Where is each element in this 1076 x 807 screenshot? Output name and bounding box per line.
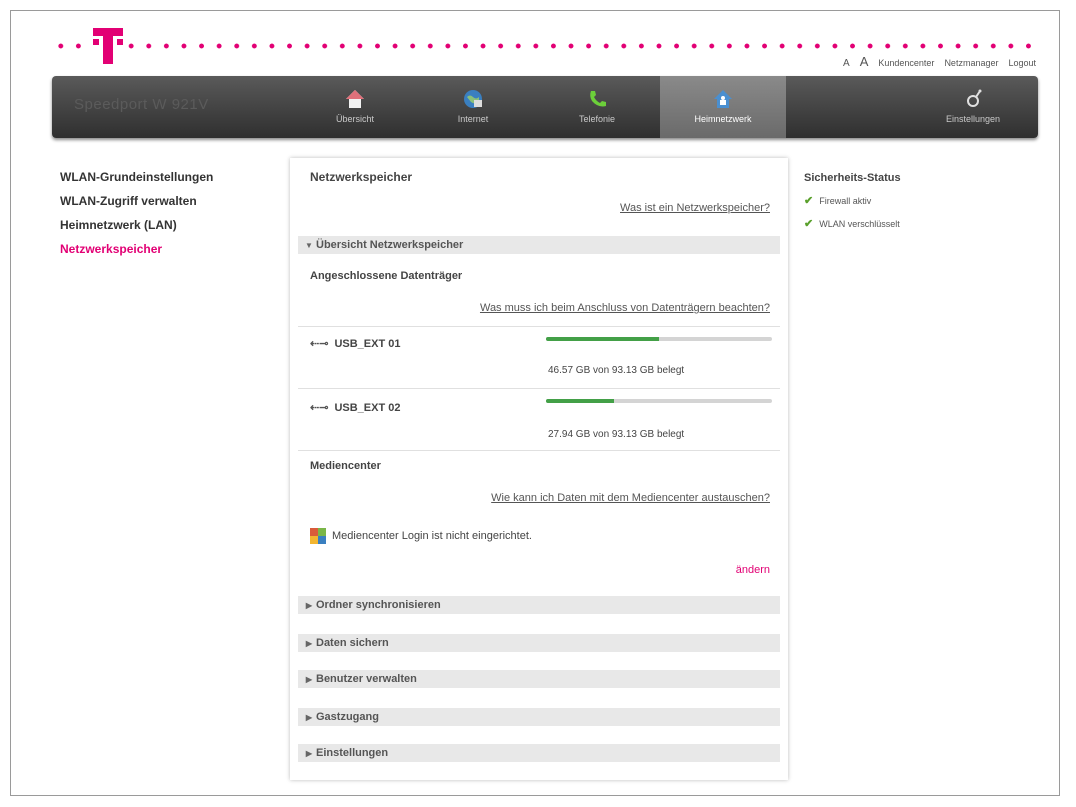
section-header-daten-sichern[interactable]: ▶ Daten sichern [298, 634, 780, 652]
telekom-logo[interactable] [90, 26, 126, 66]
usage-bar-usb1 [546, 337, 772, 341]
kundencenter-link[interactable]: Kundencenter [878, 58, 934, 68]
change-link[interactable]: ändern [736, 564, 770, 576]
nav-tab-telefonie[interactable]: Telefonie [534, 76, 660, 138]
nav-tab-label: Übersicht [335, 114, 374, 124]
device-name-usb2: ⇠⊸ USB_EXT 02 [310, 402, 401, 414]
netzmanager-link[interactable]: Netzmanager [944, 58, 998, 68]
section-header-ordner[interactable]: ▶ Ordner synchronisieren [298, 596, 780, 614]
section-header-label: Übersicht Netzwerkspeicher [316, 239, 464, 251]
nav-tab-einstellungen[interactable]: Einstellungen [910, 76, 1036, 138]
nav-tab-label: Heimnetzwerk [694, 114, 752, 124]
checkmark-icon: ✔ [804, 195, 814, 207]
sidebar-item-wlan-grundeinstellungen[interactable]: WLAN-Grundeinstellungen [60, 170, 260, 184]
usage-text-usb1: 46.57 GB von 93.13 GB belegt [548, 365, 685, 376]
device-row-usb1: ⇠⊸ USB_EXT 01 46.57 GB von 93.13 GB beleg… [298, 326, 780, 389]
usb-icon: ⇠⊸ [310, 402, 329, 414]
device-name: Speedport W 921V [74, 96, 209, 113]
nav-tab-internet[interactable]: Internet [410, 76, 536, 138]
device-name-usb1: ⇠⊸ USB_EXT 01 [310, 338, 401, 350]
sidebar-menu: WLAN-Grundeinstellungen WLAN-Zugriff ver… [60, 170, 260, 266]
section-header-einstellungen[interactable]: ▶ Einstellungen [298, 744, 780, 762]
chevron-right-icon: ▶ [305, 675, 313, 684]
font-size-small-button[interactable]: A [843, 58, 850, 69]
device-row-usb2: ⇠⊸ USB_EXT 02 27.94 GB von 93.13 GB beleg… [298, 388, 780, 451]
media-status-text: Mediencenter Login ist nicht eingerichte… [332, 530, 532, 542]
security-status-panel: Sicherheits-Status ✔ Firewall aktiv ✔ WLAN… [804, 172, 1024, 240]
phone-icon [590, 91, 606, 107]
section-header-label: Benutzer verwalten [316, 673, 417, 685]
divider [298, 450, 780, 451]
nav-tab-label: Internet [457, 114, 489, 124]
usage-bar-usb2 [546, 399, 772, 403]
main-content: Netzwerkspeicher Was ist ein Netzwerkspe… [290, 158, 788, 780]
section-header-benutzer[interactable]: ▶ Benutzer verwalten [298, 670, 780, 688]
home-network-icon [714, 90, 732, 108]
top-links: A A Kundencenter Netzmanager Logout [837, 54, 1036, 69]
chevron-right-icon: ▶ [305, 713, 313, 722]
security-item-wlan: ✔ WLAN verschlüsselt [804, 218, 900, 230]
security-status-title: Sicherheits-Status [804, 172, 901, 184]
help-link-mediencenter[interactable]: Wie kann ich Daten mit dem Mediencenter … [491, 492, 770, 504]
chevron-right-icon: ▶ [305, 601, 313, 610]
usage-bar-fill [546, 399, 614, 403]
security-item-firewall: ✔ Firewall aktiv [804, 195, 872, 207]
section-header-label: Gastzugang [316, 711, 379, 723]
logout-link[interactable]: Logout [1008, 58, 1036, 68]
nav-tab-heimnetzwerk[interactable]: Heimnetzwerk [660, 76, 786, 138]
usage-bar-fill [546, 337, 659, 341]
section-header-label: Ordner synchronisieren [316, 599, 441, 611]
globe-icon [464, 90, 482, 108]
usage-text-usb2: 27.94 GB von 93.13 GB belegt [548, 429, 685, 440]
section-header-uebersicht[interactable]: ▼ Übersicht Netzwerkspeicher [298, 236, 780, 254]
help-link-anschluss[interactable]: Was muss ich beim Anschluss von Datenträ… [480, 302, 770, 314]
usb-icon: ⇠⊸ [310, 338, 329, 350]
mediencenter-icon [310, 528, 326, 544]
font-size-large-button[interactable]: A [860, 54, 869, 69]
nav-tab-uebersicht[interactable]: Übersicht [292, 76, 418, 138]
settings-icon [967, 89, 982, 107]
sidebar-item-netzwerkspeicher[interactable]: Netzwerkspeicher [60, 242, 260, 256]
media-status: Mediencenter Login ist nicht eingerichte… [310, 528, 532, 544]
sidebar-item-wlan-zugriff[interactable]: WLAN-Zugriff verwalten [60, 194, 260, 208]
nav-tab-label: Einstellungen [945, 114, 1001, 124]
chevron-down-icon: ▼ [305, 241, 313, 250]
main-nav: Speedport W 921V Übersicht Internet Tele… [52, 76, 1038, 138]
section-header-gastzugang[interactable]: ▶ Gastzugang [298, 708, 780, 726]
sidebar-item-heimnetzwerk-lan[interactable]: Heimnetzwerk (LAN) [60, 218, 260, 232]
chevron-right-icon: ▶ [305, 749, 313, 758]
section-header-label: Einstellungen [316, 747, 389, 759]
brand-dots [52, 43, 1036, 49]
help-link-netzwerkspeicher[interactable]: Was ist ein Netzwerkspeicher? [620, 202, 770, 214]
section-header-label: Daten sichern [316, 637, 389, 649]
page-title: Netzwerkspeicher [310, 170, 413, 184]
home-icon [346, 90, 364, 108]
checkmark-icon: ✔ [804, 218, 814, 230]
nav-tab-label: Telefonie [578, 114, 616, 124]
chevron-right-icon: ▶ [305, 639, 313, 648]
connected-title: Angeschlossene Datenträger [310, 270, 463, 282]
media-title: Mediencenter [310, 460, 381, 472]
